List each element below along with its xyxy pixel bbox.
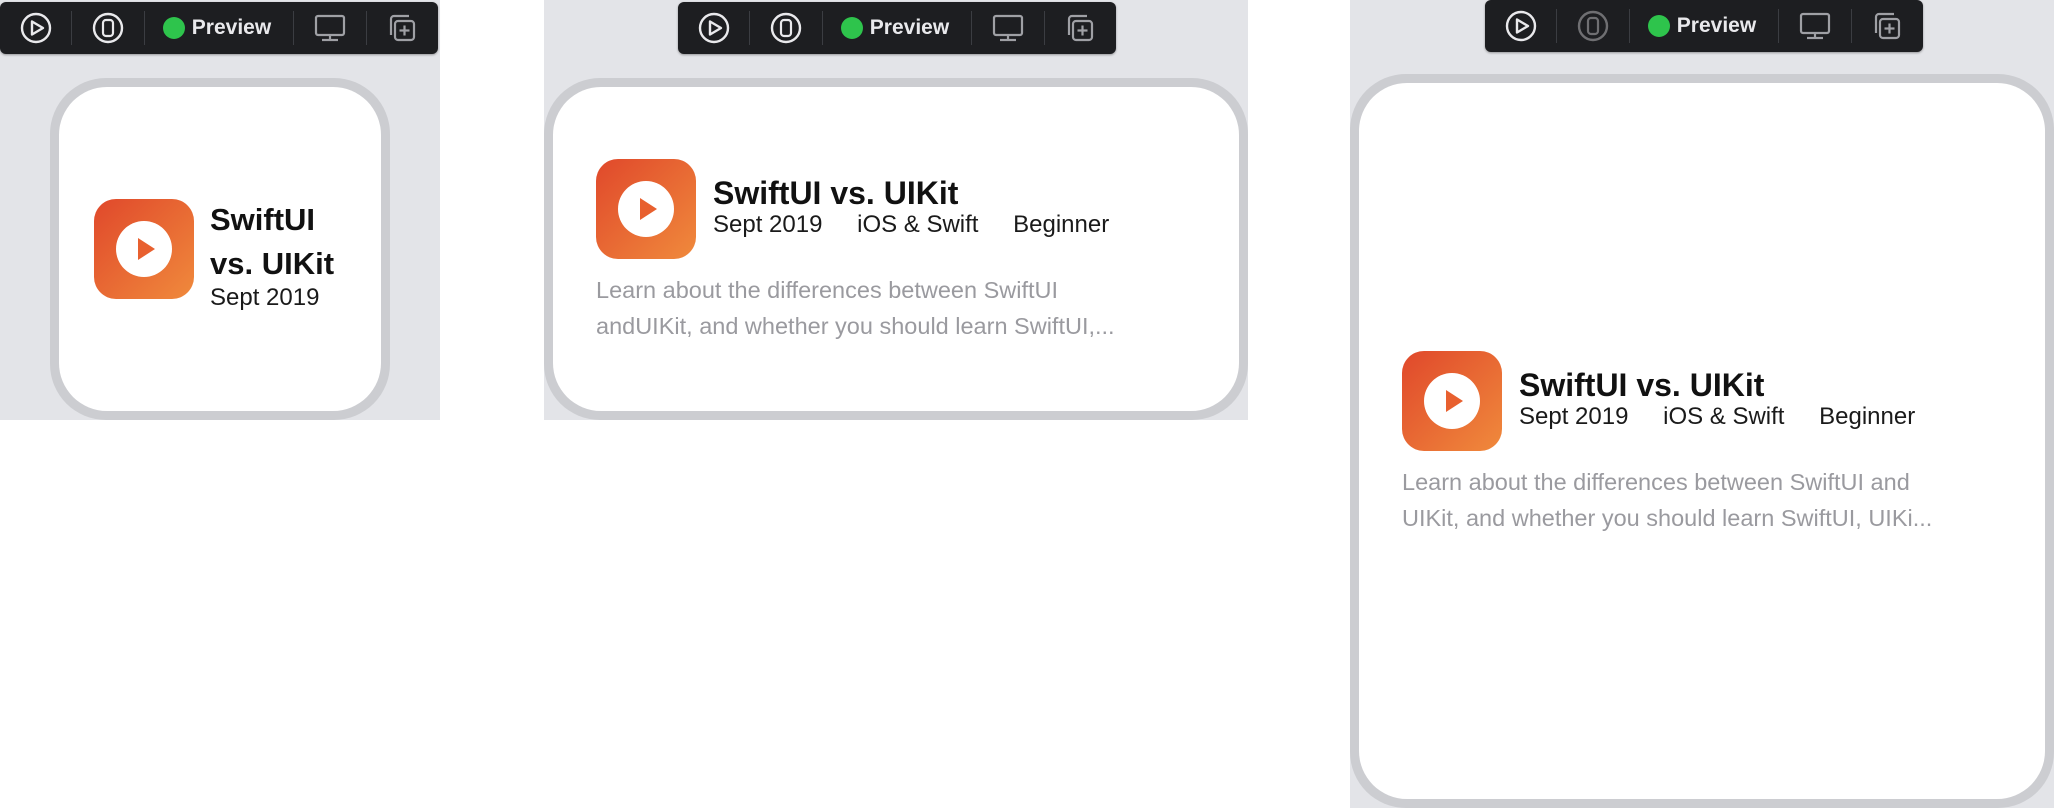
app-icon	[1402, 351, 1502, 451]
widget-title: SwiftUI vs. UIKit	[713, 175, 959, 211]
status-dot-icon	[1647, 15, 1670, 37]
widget-meta: Sept 2019 iOS & Swift Beginner	[1519, 403, 1943, 431]
device-preview-icon	[770, 12, 802, 44]
preview-label: Preview	[1676, 14, 1757, 37]
status-dot-icon	[840, 17, 863, 39]
preview-status: Preview	[145, 2, 293, 54]
display-settings-button[interactable]	[972, 2, 1043, 54]
preview-toolbar: Preview	[678, 2, 1116, 54]
preview-status: Preview	[1630, 0, 1778, 52]
preview-toolbar: Preview	[0, 2, 438, 54]
widget-meta: Sept 2019 iOS & Swift Beginner	[713, 211, 1137, 239]
preview-panel-large: Preview SwiftUI vs. UIKit Sept 2019 iOS …	[1350, 0, 2054, 808]
display-settings-icon	[314, 14, 345, 42]
live-preview-button[interactable]	[678, 2, 749, 54]
widget-title: SwiftUI vs. UIKit	[1519, 367, 1765, 403]
duplicate-preview-button[interactable]	[1852, 0, 1923, 52]
display-settings-button[interactable]	[1779, 0, 1850, 52]
duplicate-preview-icon	[1068, 14, 1094, 42]
duplicate-preview-icon	[390, 14, 416, 42]
display-settings-button[interactable]	[294, 2, 365, 54]
preview-label: Preview	[869, 16, 950, 39]
widget-date: Sept 2019	[210, 284, 320, 311]
live-preview-button[interactable]	[0, 2, 71, 54]
widget-frame: SwiftUI vs. UIKit Sept 2019 iOS & Swift …	[1350, 74, 2054, 808]
widget-level: Beginner	[1819, 403, 1916, 430]
play-icon	[640, 198, 657, 220]
duplicate-preview-button[interactable]	[1045, 2, 1116, 54]
device-preview-button[interactable]	[1557, 0, 1628, 52]
widget-frame: SwiftUI vs. UIKit Sept 2019 iOS & Swift …	[544, 78, 1248, 420]
widget-category: iOS & Swift	[857, 211, 979, 238]
play-icon	[1446, 390, 1463, 412]
widget-title: SwiftUI vs. UIKit	[210, 202, 335, 281]
preview-toolbar: Preview	[1485, 0, 1923, 52]
live-preview-icon	[698, 12, 729, 44]
widget-date: Sept 2019	[1519, 403, 1629, 430]
widget-frame: SwiftUI vs. UIKit Sept 2019	[50, 78, 390, 420]
widget-card[interactable]: SwiftUI vs. UIKit Sept 2019 iOS & Swift …	[1359, 83, 2045, 799]
widget-category: iOS & Swift	[1663, 403, 1785, 430]
preview-label: Preview	[191, 16, 272, 39]
duplicate-preview-icon	[1875, 12, 1901, 40]
device-preview-icon	[92, 12, 124, 44]
display-settings-icon	[992, 14, 1023, 42]
device-preview-button[interactable]	[72, 2, 143, 54]
widget-description: Learn about the differences between Swif…	[1402, 469, 1933, 531]
status-dot-icon	[162, 17, 185, 39]
preview-panel-small: Preview SwiftUI vs. UIKit Sept 2019	[0, 0, 440, 420]
widget-date: Sept 2019	[713, 211, 823, 238]
widget-description: Learn about the differences between Swif…	[596, 277, 1115, 339]
app-icon	[596, 159, 696, 259]
widget-card[interactable]: SwiftUI vs. UIKit Sept 2019	[59, 87, 381, 411]
app-icon	[94, 199, 194, 299]
device-preview-icon	[1577, 10, 1609, 42]
play-icon	[138, 238, 155, 260]
live-preview-icon	[1505, 10, 1536, 42]
preview-panel-medium: Preview SwiftUI vs. UIKit Sept 2019 iOS …	[544, 0, 1248, 420]
widget-card[interactable]: SwiftUI vs. UIKit Sept 2019 iOS & Swift …	[553, 87, 1239, 411]
widget-level: Beginner	[1013, 211, 1110, 238]
live-preview-button[interactable]	[1485, 0, 1556, 52]
device-preview-button[interactable]	[750, 2, 821, 54]
display-settings-icon	[1799, 12, 1830, 40]
duplicate-preview-button[interactable]	[367, 2, 438, 54]
preview-status: Preview	[823, 2, 971, 54]
live-preview-icon	[20, 12, 51, 44]
